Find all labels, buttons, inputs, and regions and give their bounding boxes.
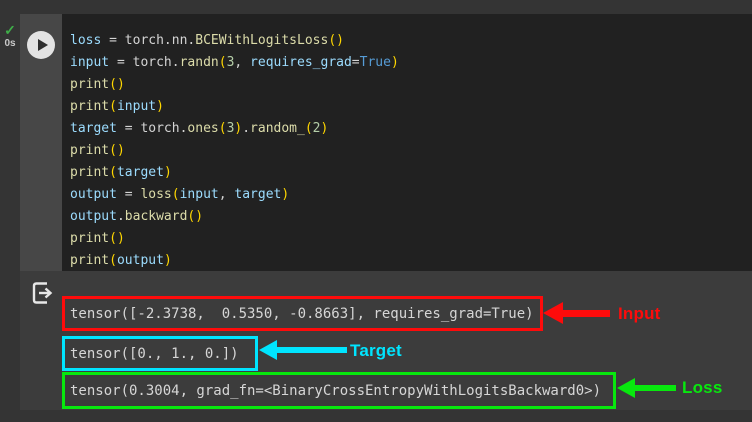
code-line[interactable]: print() — [70, 228, 748, 250]
code-token: = — [351, 55, 360, 70]
code-token: () — [109, 231, 125, 246]
arrow-shaft — [563, 309, 610, 317]
code-line[interactable]: output = loss(input, target) — [70, 184, 748, 206]
cell-toolbar-strip — [20, 14, 62, 271]
code-token: ) — [281, 187, 290, 202]
code-token: = — [116, 187, 141, 202]
target-annotation-arrow — [259, 340, 347, 360]
arrow-head-icon — [617, 378, 635, 398]
code-token: = — [109, 55, 133, 70]
code-token: print — [70, 231, 110, 246]
code-line[interactable]: print(output) — [70, 250, 748, 271]
execution-time: 0s — [4, 38, 16, 49]
notebook-page: ✓ 0s loss = torch.nn.BCEWithLogitsLoss()… — [0, 0, 752, 422]
code-line[interactable]: print() — [70, 74, 748, 96]
loss-tensor-text: tensor(0.3004, grad_fn=<BinaryCrossEntro… — [70, 382, 602, 399]
input-tensor-text: tensor([-2.3738, 0.5350, -0.8663], requi… — [70, 305, 534, 322]
arrow-head-icon — [259, 340, 277, 360]
code-token: ) — [163, 253, 172, 268]
code-token: True — [359, 55, 391, 70]
code-token: randn — [179, 55, 219, 70]
code-token: output — [70, 187, 117, 202]
code-token: ( — [304, 121, 313, 136]
code-token: input — [179, 187, 219, 202]
code-token: ) — [163, 165, 172, 180]
code-token: . — [116, 209, 125, 224]
code-token: backward — [124, 209, 188, 224]
code-token: requires_grad — [250, 55, 352, 70]
cell-output-icon — [32, 282, 53, 304]
code-token: ) — [156, 99, 164, 114]
input-annotation-arrow — [543, 302, 610, 324]
code-token: . — [242, 121, 251, 136]
loss-tensor-output: tensor(0.3004, grad_fn=<BinaryCrossEntro… — [62, 372, 616, 409]
code-token: print — [70, 77, 110, 92]
code-line[interactable]: print() — [70, 140, 748, 162]
code-line[interactable]: input = torch.randn(3, requires_grad=Tru… — [70, 52, 748, 74]
output-panel: tensor([-2.3738, 0.5350, -0.8663], requi… — [20, 271, 752, 410]
code-token: ( — [109, 99, 117, 114]
code-token: torch. — [132, 55, 180, 70]
code-token: , — [234, 55, 251, 70]
play-icon — [37, 39, 48, 51]
code-token: loss — [70, 33, 102, 48]
code-cell: loss = torch.nn.BCEWithLogitsLoss() input… — [20, 14, 752, 271]
code-token: output — [116, 253, 164, 268]
code-token: print — [70, 99, 110, 114]
code-token: = — [101, 33, 125, 48]
code-line[interactable]: target = torch.ones(3).random_(2) — [70, 118, 748, 140]
arrow-shaft — [635, 385, 676, 391]
code-token: ) — [390, 55, 399, 70]
code-token: ( — [171, 187, 180, 202]
target-tensor-output: tensor([0., 1., 0.]) — [62, 336, 258, 371]
code-token: torch.nn. — [124, 33, 196, 48]
run-cell-button[interactable] — [27, 31, 55, 59]
code-token: print — [70, 143, 110, 158]
code-token: output — [70, 209, 117, 224]
code-token: , — [218, 187, 235, 202]
code-token: ( — [109, 165, 117, 180]
input-annotation-label: Input — [618, 304, 661, 323]
code-token: input — [116, 99, 157, 114]
code-line[interactable]: output.backward() — [70, 206, 748, 228]
code-token: target — [70, 121, 117, 136]
code-token: print — [70, 165, 110, 180]
loss-annotation-arrow — [617, 378, 676, 398]
code-token: input — [70, 55, 110, 70]
code-token: ( — [218, 55, 227, 70]
code-line[interactable]: loss = torch.nn.BCEWithLogitsLoss() — [70, 30, 748, 52]
arrow-shaft — [277, 347, 347, 353]
code-token: print — [70, 253, 110, 268]
code-token: target — [116, 165, 164, 180]
input-tensor-output: tensor([-2.3738, 0.5350, -0.8663], requi… — [62, 296, 543, 331]
code-token: = — [116, 121, 141, 136]
code-token: () — [109, 143, 125, 158]
code-token: ( — [218, 121, 227, 136]
code-token: ( — [109, 253, 117, 268]
code-token: 2 — [312, 121, 321, 136]
code-editor[interactable]: loss = torch.nn.BCEWithLogitsLoss() input… — [62, 14, 752, 271]
code-token: BCEWithLogitsLoss — [195, 33, 329, 48]
code-line[interactable]: print(target) — [70, 162, 748, 184]
arrow-head-icon — [543, 302, 563, 324]
code-token: ones — [187, 121, 219, 136]
code-token: torch. — [140, 121, 188, 136]
code-token: loss — [140, 187, 172, 202]
cell-execution-status: ✓ 0s — [0, 14, 20, 74]
code-token: ) — [320, 121, 329, 136]
success-check-icon: ✓ — [4, 22, 16, 38]
code-token: random_ — [250, 121, 305, 136]
loss-annotation-label: Loss — [682, 378, 723, 397]
code-line[interactable]: print(input) — [70, 96, 748, 118]
code-token: () — [109, 77, 125, 92]
code-token: () — [328, 33, 344, 48]
target-tensor-text: tensor([0., 1., 0.]) — [70, 345, 239, 362]
code-token: target — [234, 187, 282, 202]
target-annotation-label: Target — [350, 341, 402, 360]
code-token: () — [187, 209, 204, 224]
